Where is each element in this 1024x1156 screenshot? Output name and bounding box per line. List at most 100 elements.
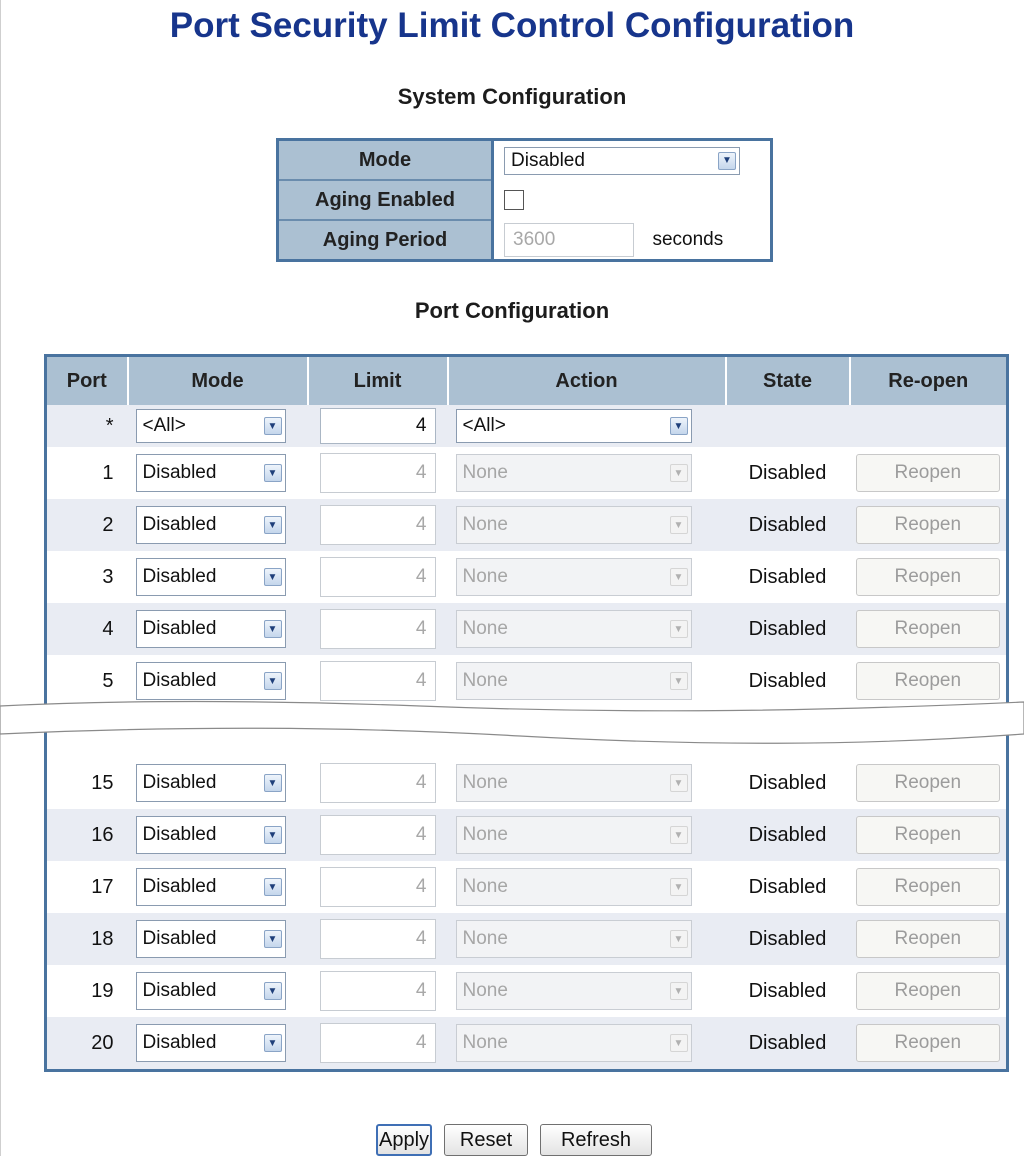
port-action-value: None: [462, 980, 508, 1001]
port-number: 15: [45, 757, 128, 809]
reopen-button[interactable]: Reopen: [855, 506, 1000, 544]
reset-button[interactable]: Reset: [444, 1124, 528, 1156]
apply-button[interactable]: Apply: [376, 1124, 432, 1156]
port-action-select[interactable]: None ▼: [455, 558, 692, 596]
port-limit-input[interactable]: 4: [319, 453, 436, 493]
port-limit-input[interactable]: 4: [319, 1023, 436, 1063]
port-state: Disabled: [725, 551, 850, 603]
port-action-select[interactable]: None ▼: [455, 662, 692, 700]
reopen-button[interactable]: Reopen: [855, 662, 1000, 700]
chevron-down-icon: ▼: [669, 878, 688, 896]
port-action-value: None: [462, 670, 508, 691]
reopen-button[interactable]: Reopen: [855, 920, 1000, 958]
table-row: 16 Disabled ▼ 4 None ▼ Disabled Reopen: [45, 809, 1008, 861]
all-ports-row: * <All> ▼ 4 <All> ▼: [45, 405, 1008, 447]
port-mode-select[interactable]: Disabled ▼: [135, 868, 286, 906]
header-reopen: Re-open: [849, 355, 1008, 405]
reopen-button[interactable]: Reopen: [855, 610, 1000, 648]
port-limit-input[interactable]: 4: [319, 609, 436, 649]
chevron-down-icon: ▼: [669, 930, 688, 948]
chevron-down-icon: ▼: [669, 568, 688, 586]
all-mode-select[interactable]: <All> ▼: [135, 409, 286, 443]
system-config-title: System Configuration: [397, 84, 627, 109]
port-state: Disabled: [725, 603, 850, 655]
chevron-down-icon: ▼: [669, 516, 688, 534]
port-limit-input[interactable]: 4: [319, 505, 436, 545]
chevron-down-icon: ▼: [669, 826, 688, 844]
port-state: Disabled: [725, 965, 850, 1017]
port-mode-select[interactable]: Disabled ▼: [135, 764, 286, 802]
table-row: 2 Disabled ▼ 4 None ▼ Disabled Reopen: [45, 499, 1008, 551]
port-action-select[interactable]: None ▼: [455, 764, 692, 802]
chevron-down-icon: ▼: [718, 151, 736, 170]
chevron-down-icon: ▼: [263, 774, 282, 792]
port-mode-select[interactable]: Disabled ▼: [135, 610, 286, 648]
port-mode-select[interactable]: Disabled ▼: [135, 972, 286, 1010]
port-mode-select[interactable]: Disabled ▼: [135, 558, 286, 596]
page-frame-border: [0, 0, 1, 1156]
table-row: 18 Disabled ▼ 4 None ▼ Disabled Reopen: [45, 913, 1008, 965]
port-limit-input[interactable]: 4: [319, 815, 436, 855]
port-action-select[interactable]: None ▼: [455, 1024, 692, 1062]
port-mode-select[interactable]: Disabled ▼: [135, 1024, 286, 1062]
aging-enabled-label: Aging Enabled: [277, 180, 494, 221]
reopen-button[interactable]: Reopen: [855, 1024, 1000, 1062]
reopen-button[interactable]: Reopen: [855, 558, 1000, 596]
port-mode-select[interactable]: Disabled ▼: [135, 816, 286, 854]
chevron-down-icon: ▼: [263, 982, 282, 1000]
port-action-select[interactable]: None ▼: [455, 610, 692, 648]
reopen-button[interactable]: Reopen: [855, 454, 1000, 492]
aging-enabled-checkbox[interactable]: [504, 190, 524, 210]
port-number: 18: [45, 913, 128, 965]
port-mode-value: Disabled: [142, 1032, 217, 1053]
port-limit-input[interactable]: 4: [319, 661, 436, 701]
aging-period-input[interactable]: 3600: [504, 222, 634, 257]
chevron-down-icon: ▼: [669, 982, 688, 1000]
port-limit-input[interactable]: 4: [319, 867, 436, 907]
chevron-down-icon: ▼: [669, 620, 688, 638]
port-mode-select[interactable]: Disabled ▼: [135, 920, 286, 958]
port-action-select[interactable]: None ▼: [455, 868, 692, 906]
port-mode-select[interactable]: Disabled ▼: [135, 662, 286, 700]
all-limit-input[interactable]: 4: [319, 408, 436, 444]
chevron-down-icon: ▼: [263, 568, 282, 586]
port-action-value: None: [462, 928, 508, 949]
table-break-marker: [0, 700, 1024, 744]
port-config-title: Port Configuration: [414, 298, 610, 323]
port-limit-input[interactable]: 4: [319, 763, 436, 803]
port-mode-value: Disabled: [142, 876, 217, 897]
port-mode-value: Disabled: [142, 980, 217, 1001]
port-action-value: None: [462, 876, 508, 897]
header-action: Action: [447, 355, 727, 405]
all-action-select[interactable]: <All> ▼: [455, 409, 692, 443]
reopen-button[interactable]: Reopen: [855, 868, 1000, 906]
port-number: 16: [45, 809, 128, 861]
chevron-down-icon: ▼: [263, 878, 282, 896]
port-limit-input[interactable]: 4: [319, 971, 436, 1011]
port-action-select[interactable]: None ▼: [455, 454, 692, 492]
port-mode-value: Disabled: [142, 928, 217, 949]
port-state: Disabled: [725, 447, 850, 499]
chevron-down-icon: ▼: [263, 464, 282, 482]
port-action-select[interactable]: None ▼: [455, 920, 692, 958]
port-mode-select[interactable]: Disabled ▼: [135, 506, 286, 544]
chevron-down-icon: ▼: [263, 672, 282, 690]
reopen-button[interactable]: Reopen: [855, 972, 1000, 1010]
table-row: 1 Disabled ▼ 4 None ▼ Disabled Reopen: [45, 447, 1008, 499]
header-state: State: [725, 355, 851, 405]
reopen-button[interactable]: Reopen: [855, 764, 1000, 802]
refresh-button[interactable]: Refresh: [540, 1124, 652, 1156]
port-number: 3: [45, 551, 128, 603]
port-limit-input[interactable]: 4: [319, 557, 436, 597]
header-port: Port: [45, 355, 129, 405]
port-action-select[interactable]: None ▼: [455, 506, 692, 544]
chevron-down-icon: ▼: [669, 417, 688, 435]
port-action-select[interactable]: None ▼: [455, 816, 692, 854]
port-mode-select[interactable]: Disabled ▼: [135, 454, 286, 492]
port-action-select[interactable]: None ▼: [455, 972, 692, 1010]
port-limit-input[interactable]: 4: [319, 919, 436, 959]
system-mode-select[interactable]: Disabled ▼: [504, 146, 740, 175]
reopen-button[interactable]: Reopen: [855, 816, 1000, 854]
chevron-down-icon: ▼: [669, 1034, 688, 1052]
mode-label: Mode: [277, 139, 494, 181]
